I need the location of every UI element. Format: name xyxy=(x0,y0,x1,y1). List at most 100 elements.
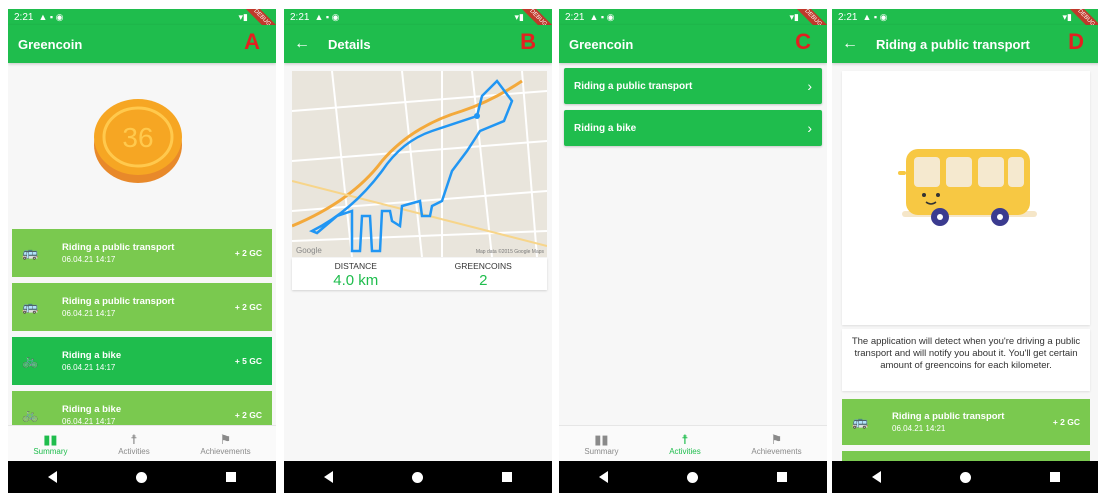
activity-name: Riding a bike xyxy=(574,122,637,134)
nav-activities-label: Activities xyxy=(669,446,701,456)
back-icon[interactable] xyxy=(871,471,881,483)
page-title: Details xyxy=(328,36,371,52)
nav-summary[interactable]: ▮▮ Summary xyxy=(584,432,618,456)
map-attribution: Map data ©2015 Google Maps xyxy=(475,249,544,255)
nav-achievements[interactable]: ⚑ Achievements xyxy=(751,432,801,456)
activity-public-transport-button[interactable]: Riding a public transport › xyxy=(564,68,822,104)
bus-icon xyxy=(898,149,1037,226)
panel-label: B xyxy=(520,29,536,54)
app-bar: ← Details B xyxy=(284,25,552,63)
back-icon[interactable] xyxy=(323,471,333,483)
nav-achievements[interactable]: ⚑ Achievements xyxy=(200,432,250,456)
list-item[interactable]: 🚌 Riding a public transport 06.04.21 14:… xyxy=(12,229,272,277)
item-name: Riding a public transport xyxy=(892,411,1005,422)
chevron-right-icon: › xyxy=(807,78,812,94)
recents-icon[interactable] xyxy=(1050,472,1061,482)
bus-icon: 🚌 xyxy=(852,414,869,429)
back-arrow-icon[interactable]: ← xyxy=(294,35,310,53)
recents-icon[interactable] xyxy=(502,472,513,482)
nav-activities[interactable]: ☨ Activities xyxy=(118,432,150,456)
page-title: Riding a public transport xyxy=(876,36,1030,52)
bike-icon: 🚲 xyxy=(22,407,39,422)
item-name: Riding a public transport xyxy=(62,296,175,307)
activity-bike-button[interactable]: Riding a bike › xyxy=(564,110,822,146)
distance-value: 4.0 km xyxy=(333,272,379,289)
item-points: + 2 GC xyxy=(234,302,262,312)
nav-activities-label: Activities xyxy=(118,446,150,456)
system-nav-bar xyxy=(559,461,827,493)
status-bar: 2:21 ▲ ▪ ◉ ▾▮ DEBUG xyxy=(284,9,552,42)
item-points: + 2 GC xyxy=(1052,417,1080,427)
bottom-nav: ▮▮ Summary ☨ Activities ⚑ Achievements xyxy=(8,425,276,461)
page-title: Greencoin xyxy=(569,36,634,52)
status-time: 2:21 xyxy=(838,11,858,23)
screen-summary: 2:21 ▲ ▪ ◉ ▾▮ DEBUG Greencoin A 36 🚌 Rid… xyxy=(8,9,276,493)
item-points: + 5 GC xyxy=(234,356,262,366)
home-icon[interactable] xyxy=(959,471,971,483)
list-item[interactable]: 🚌 Riding a public transport 06.04.21 14:… xyxy=(12,283,272,331)
signal-icon: ▾▮ xyxy=(789,11,799,22)
home-icon[interactable] xyxy=(686,471,698,483)
activity-name: Riding a public transport xyxy=(574,80,693,92)
status-time: 2:21 xyxy=(565,11,585,23)
nav-activities[interactable]: ☨ Activities xyxy=(669,432,701,456)
list-item[interactable]: 🚌 Riding a public transport 06.04.21 14:… xyxy=(842,399,1090,445)
person-icon: ☨ xyxy=(681,431,689,447)
panel-label: A xyxy=(244,29,260,54)
history-list: 🚌 Riding a public transport 06.04.21 14:… xyxy=(12,229,272,445)
panel-label: C xyxy=(795,29,811,54)
bus-icon: 🚌 xyxy=(22,245,39,260)
greencoins-label: GREENCOINS xyxy=(454,261,512,271)
nav-summary-label: Summary xyxy=(584,446,619,456)
system-nav-bar xyxy=(8,461,276,493)
back-icon[interactable] xyxy=(47,471,57,483)
app-bar: Greencoin A xyxy=(8,25,276,63)
bottom-nav: ▮▮ Summary ☨ Activities ⚑ Achievements xyxy=(559,425,827,461)
home-icon[interactable] xyxy=(411,471,423,483)
book-icon: ▮▮ xyxy=(594,431,609,447)
nav-achievements-label: Achievements xyxy=(751,446,802,456)
item-date: 06.04.21 14:21 xyxy=(892,424,946,433)
recents-icon[interactable] xyxy=(226,472,237,482)
flag-icon: ⚑ xyxy=(219,431,232,447)
status-icons: ▲ ▪ ◉ xyxy=(589,11,615,22)
system-nav-bar xyxy=(832,461,1098,493)
nav-summary[interactable]: ▮▮ Summary xyxy=(33,432,67,456)
list-item[interactable] xyxy=(842,451,1090,461)
chevron-right-icon: › xyxy=(807,120,812,136)
coin-balance: 36 xyxy=(88,87,188,187)
recents-icon[interactable] xyxy=(777,472,788,482)
route-stats: DISTANCE 4.0 km GREENCOINS 2 xyxy=(292,258,547,290)
list-item[interactable]: 🚲 Riding a bike 06.04.21 14:17 + 5 GC xyxy=(12,337,272,385)
home-icon[interactable] xyxy=(135,471,147,483)
screen-activities: 2:21 ▲ ▪ ◉ ▾▮ DEBUG Greencoin C Riding a… xyxy=(559,9,827,493)
item-date: 06.04.21 14:17 xyxy=(62,309,116,318)
item-name: Riding a bike xyxy=(62,350,122,361)
panel-label: D xyxy=(1068,29,1084,54)
book-icon: ▮▮ xyxy=(43,431,58,447)
bus-icon: 🚌 xyxy=(22,299,39,314)
route-map[interactable]: Google Map data ©2015 Google Maps xyxy=(292,71,547,257)
app-bar: Greencoin C xyxy=(559,25,827,63)
bike-icon: 🚲 xyxy=(22,353,39,368)
back-arrow-icon[interactable]: ← xyxy=(842,35,858,53)
flag-icon: ⚑ xyxy=(770,431,783,447)
status-bar: 2:21 ▲ ▪ ◉ ▾▮ DEBUG xyxy=(559,9,827,42)
signal-icon: ▾▮ xyxy=(514,11,524,22)
item-date: 06.04.21 14:17 xyxy=(62,363,116,372)
signal-icon: ▾▮ xyxy=(238,11,248,22)
item-name: Riding a public transport xyxy=(62,242,175,253)
system-nav-bar xyxy=(284,461,552,493)
activity-description: The application will detect when you're … xyxy=(842,329,1090,391)
status-time: 2:21 xyxy=(14,11,34,23)
item-date: 06.04.21 14:17 xyxy=(62,255,116,264)
greencoins-stat: GREENCOINS 2 xyxy=(420,258,548,290)
item-points: + 2 GC xyxy=(234,248,262,258)
coin-icon: 36 xyxy=(94,99,182,183)
screen-activity-detail: 2:21 ▲ ▪ ◉ ▾▮ DEBUG ← Riding a public tr… xyxy=(832,9,1098,493)
status-icons: ▲ ▪ ◉ xyxy=(862,11,888,22)
person-icon: ☨ xyxy=(130,431,138,447)
status-time: 2:21 xyxy=(290,11,310,23)
nav-achievements-label: Achievements xyxy=(200,446,251,456)
back-icon[interactable] xyxy=(598,471,608,483)
